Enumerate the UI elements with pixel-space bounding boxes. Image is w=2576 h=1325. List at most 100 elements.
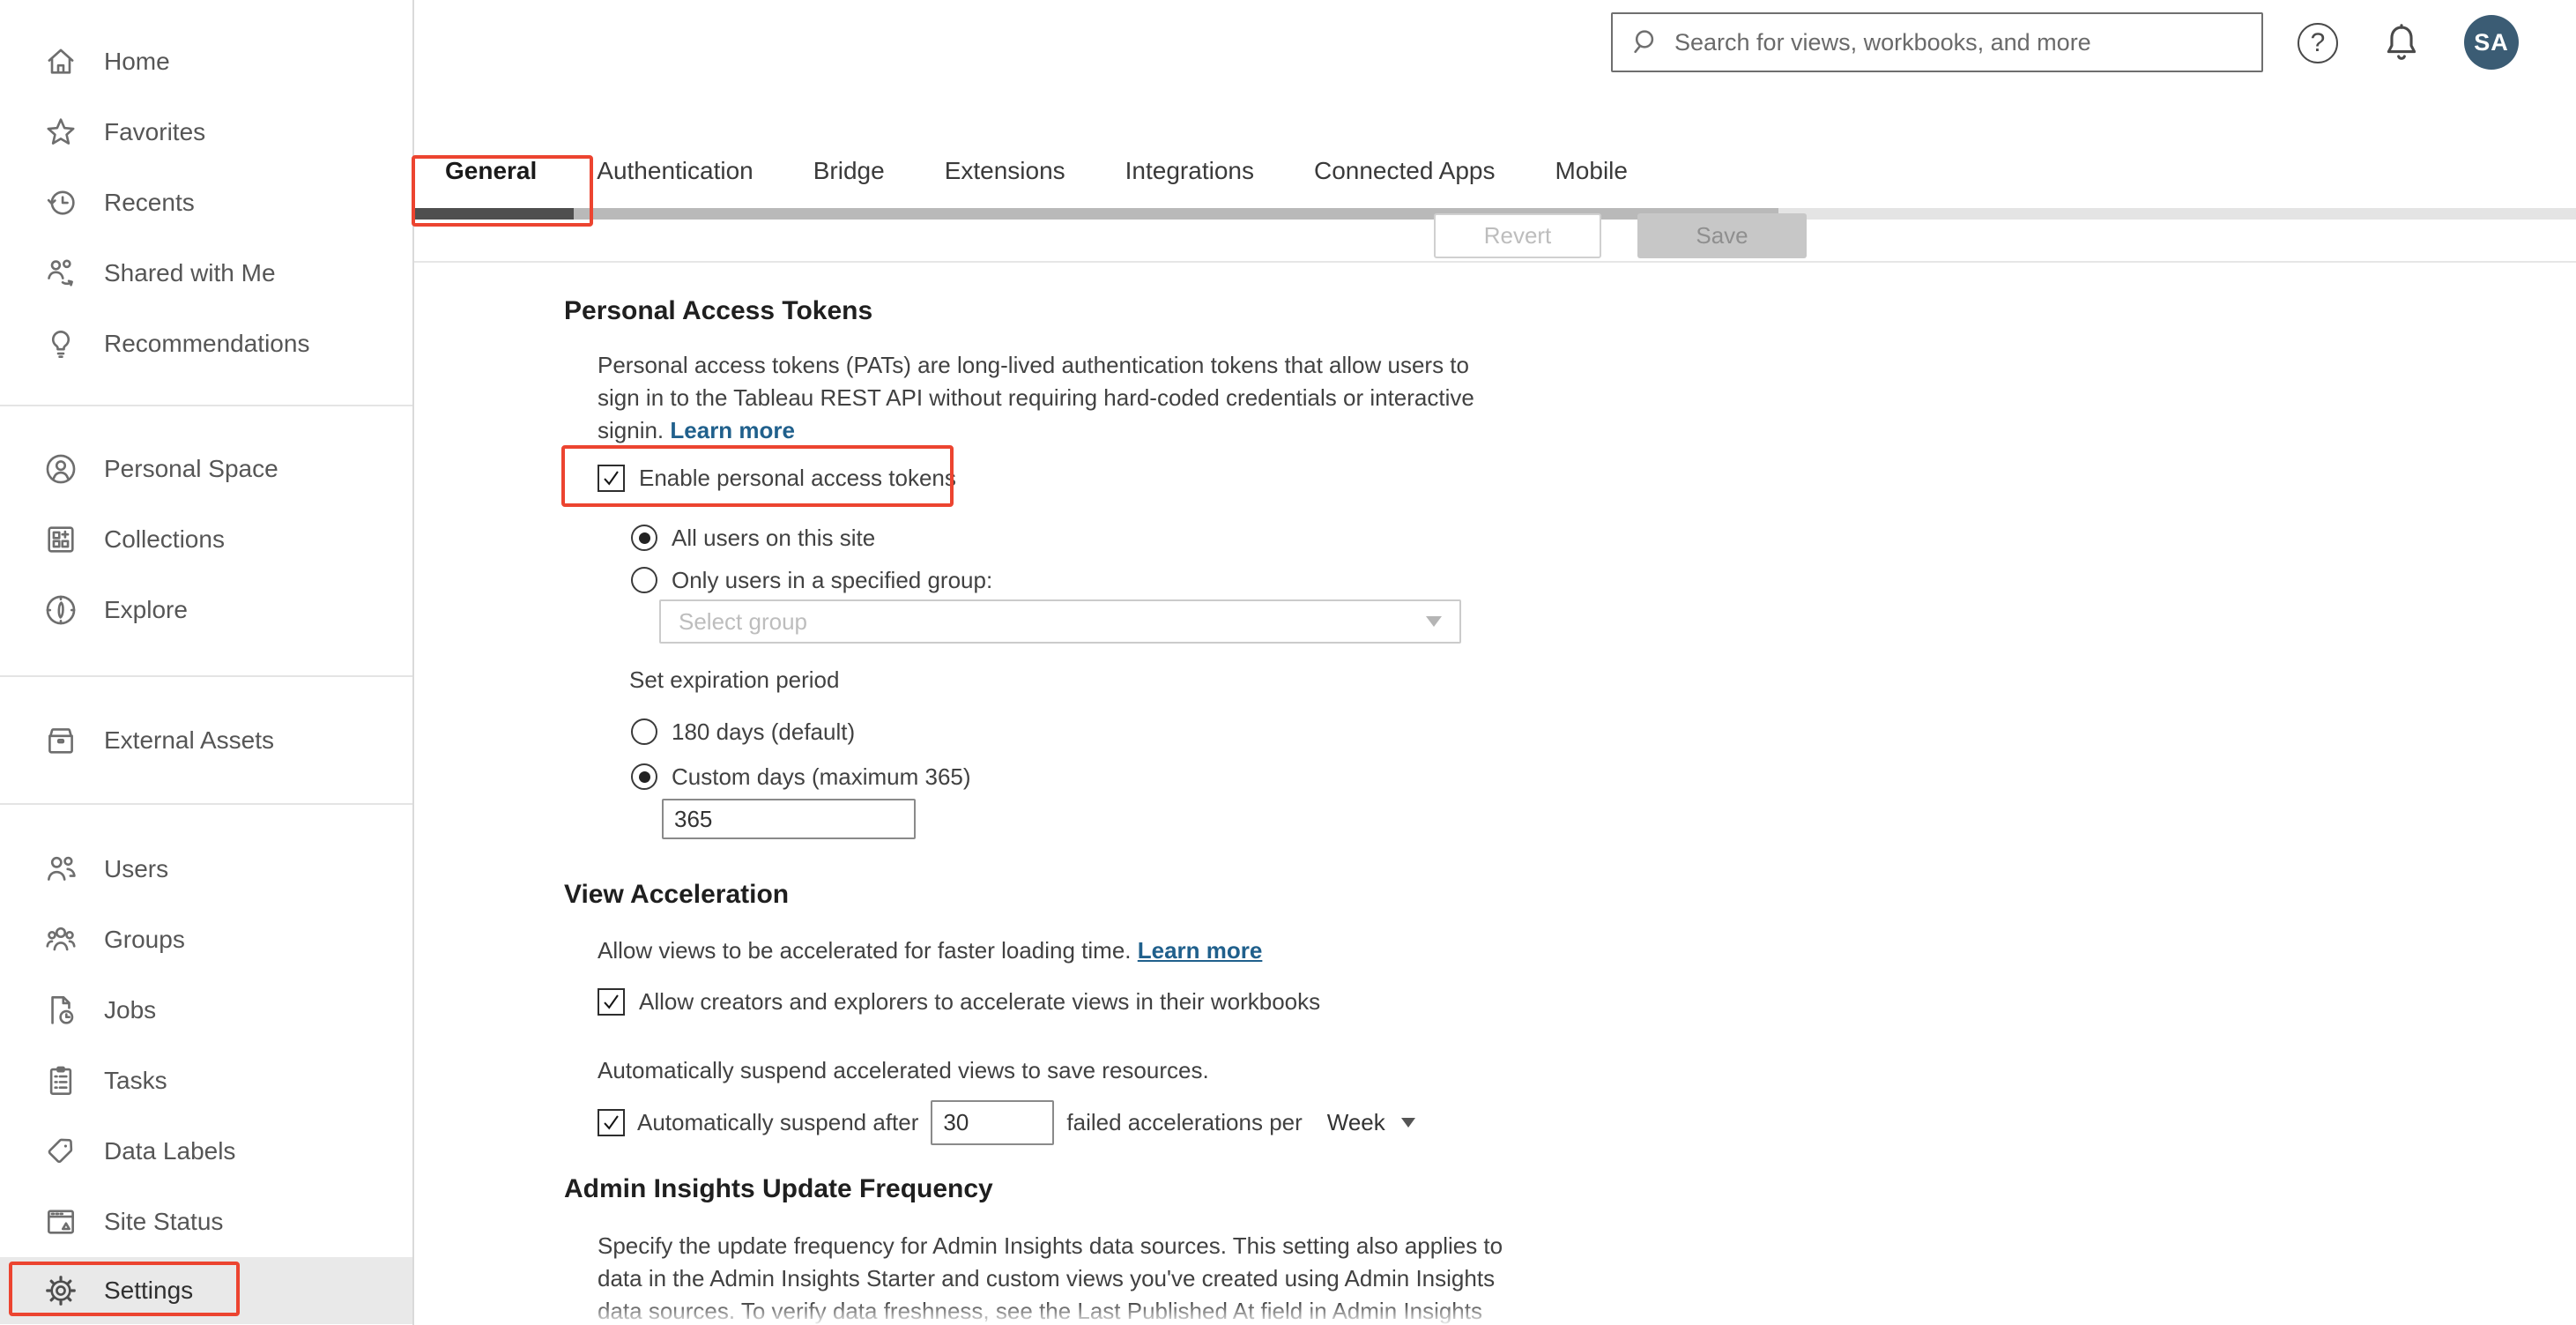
settings-tab-bar: General Authentication Bridge Extensions… <box>445 157 1628 185</box>
sidebar-item-data-labels[interactable]: Data Labels <box>0 1116 412 1187</box>
tab-general[interactable]: General <box>445 157 537 185</box>
enable-pat-row: Enable personal access tokens <box>598 465 956 492</box>
suspend-period-value: Week <box>1326 1109 1385 1135</box>
expiration-custom-row: Custom days (maximum 365) <box>631 763 971 790</box>
tab-authentication[interactable]: Authentication <box>597 157 753 185</box>
all-users-row: All users on this site <box>631 525 875 551</box>
bell-icon <box>2387 24 2416 60</box>
view-acceleration-description: Allow views to be accelerated for faster… <box>598 934 1262 967</box>
star-icon <box>47 118 75 145</box>
expiration-180-row: 180 days (default) <box>631 718 855 745</box>
jobs-icon <box>51 995 74 1024</box>
sidebar-item-groups[interactable]: Groups <box>0 904 412 975</box>
sidebar-item-label: Recommendations <box>104 330 310 357</box>
allow-acceleration-row: Allow creators and explorers to accelera… <box>598 988 1320 1016</box>
sidebar: Home Favorites Recents Shared with Me Re… <box>0 0 414 1325</box>
revert-button[interactable]: Revert <box>1434 213 1601 258</box>
chevron-down-icon <box>1426 616 1442 627</box>
auto-suspend-row: Automatically suspend after failed accel… <box>598 1099 1415 1146</box>
sidebar-item-shared-with-me[interactable]: Shared with Me <box>0 238 412 309</box>
notifications-button[interactable] <box>2379 19 2424 67</box>
sidebar-item-site-status[interactable]: Site Status <box>0 1187 412 1257</box>
sidebar-item-label: Explore <box>104 596 188 623</box>
auto-suspend-label-before: Automatically suspend after <box>637 1109 919 1135</box>
tab-mobile[interactable]: Mobile <box>1555 157 1627 185</box>
failed-accelerations-input[interactable] <box>931 1100 1055 1145</box>
shared-with-me-icon <box>48 259 73 287</box>
enable-pat-label: Enable personal access tokens <box>639 465 956 491</box>
pat-learn-more-link[interactable]: Learn more <box>670 417 795 443</box>
sidebar-item-label: Jobs <box>104 996 157 1024</box>
chevron-down-icon <box>1400 1118 1415 1128</box>
site-status-icon <box>48 1210 74 1234</box>
sidebar-item-home[interactable]: Home <box>0 26 412 97</box>
active-tab-indicator <box>414 208 574 220</box>
all-users-label: All users on this site <box>672 524 876 551</box>
sidebar-item-label: Data Labels <box>104 1137 236 1165</box>
sidebar-item-users[interactable]: Users <box>0 834 412 904</box>
sidebar-item-collections[interactable]: Collections <box>0 504 412 575</box>
auto-suspend-checkbox[interactable] <box>598 1109 625 1136</box>
pat-section-title: Personal Access Tokens <box>564 296 873 325</box>
sidebar-item-personal-space[interactable]: Personal Space <box>0 434 412 504</box>
groups-icon <box>46 927 76 951</box>
sidebar-item-label: Site Status <box>104 1208 224 1235</box>
all-users-radio[interactable] <box>631 525 657 551</box>
custom-days-input[interactable] <box>662 799 916 839</box>
select-group-dropdown[interactable]: Select group <box>659 599 1461 644</box>
sidebar-item-label: Personal Space <box>104 455 278 482</box>
help-glyph: ? <box>2310 28 2326 57</box>
expiration-custom-radio[interactable] <box>631 763 657 790</box>
compass-icon <box>46 595 76 625</box>
tab-bridge[interactable]: Bridge <box>813 157 885 185</box>
tab-extensions[interactable]: Extensions <box>945 157 1065 185</box>
view-acceleration-section-title: View Acceleration <box>564 880 790 909</box>
allow-acceleration-checkbox[interactable] <box>598 988 625 1016</box>
suspend-period-dropdown[interactable]: Week <box>1327 1106 1415 1139</box>
expiration-label: Set expiration period <box>629 666 840 693</box>
sidebar-item-label: Collections <box>104 525 225 553</box>
suspend-description: Automatically suspend accelerated views … <box>598 1057 1209 1083</box>
specified-group-radio[interactable] <box>631 567 657 593</box>
sidebar-item-explore[interactable]: Explore <box>0 575 412 645</box>
tableau-settings-page: Home Favorites Recents Shared with Me Re… <box>0 0 2576 1325</box>
person-circle-icon <box>46 454 76 484</box>
avatar[interactable]: SA <box>2464 15 2519 70</box>
sidebar-item-jobs[interactable]: Jobs <box>0 975 412 1046</box>
tab-connected-apps[interactable]: Connected Apps <box>1314 157 1496 185</box>
sidebar-item-tasks[interactable]: Tasks <box>0 1046 412 1116</box>
admin-insights-description: Specify the update frequency for Admin I… <box>598 1232 1503 1324</box>
lightbulb-icon <box>51 331 71 359</box>
sidebar-item-settings[interactable]: Settings <box>0 1257 412 1324</box>
enable-pat-checkbox[interactable] <box>598 465 625 492</box>
sidebar-item-label: Tasks <box>104 1067 167 1094</box>
recents-icon <box>47 190 75 215</box>
search-input[interactable] <box>1674 28 2261 56</box>
expiration-180-label: 180 days (default) <box>672 718 856 745</box>
archive-box-icon <box>48 728 73 754</box>
auto-suspend-label-after: failed accelerations per <box>1066 1109 1303 1135</box>
expiration-180-radio[interactable] <box>631 718 657 745</box>
pat-description: Personal access tokens (PATs) are long-l… <box>598 349 1474 447</box>
help-button[interactable]: ? <box>2298 23 2338 63</box>
gear-icon <box>46 1276 76 1306</box>
sidebar-item-recommendations[interactable]: Recommendations <box>0 309 412 379</box>
allow-acceleration-label: Allow creators and explorers to accelera… <box>639 988 1321 1015</box>
view-acceleration-learn-more-link[interactable]: Learn more <box>1138 937 1263 964</box>
sidebar-item-label: Shared with Me <box>104 259 276 287</box>
sidebar-item-recents[interactable]: Recents <box>0 167 412 238</box>
search-icon <box>1634 30 1654 54</box>
users-icon <box>48 856 76 881</box>
sidebar-item-label: Home <box>104 48 170 75</box>
tab-integrations[interactable]: Integrations <box>1125 157 1254 185</box>
home-icon <box>48 48 74 74</box>
save-button[interactable]: Save <box>1637 213 1807 258</box>
sidebar-item-label: Groups <box>104 926 185 953</box>
sidebar-item-external-assets[interactable]: External Assets <box>0 705 412 776</box>
avatar-initials: SA <box>2474 28 2509 56</box>
admin-insights-section-title: Admin Insights Update Frequency <box>564 1174 993 1203</box>
sidebar-item-favorites[interactable]: Favorites <box>0 97 412 167</box>
specified-group-row: Only users in a specified group: <box>631 567 992 593</box>
specified-group-label: Only users in a specified group: <box>672 566 993 593</box>
sidebar-item-label: Settings <box>104 1277 194 1304</box>
